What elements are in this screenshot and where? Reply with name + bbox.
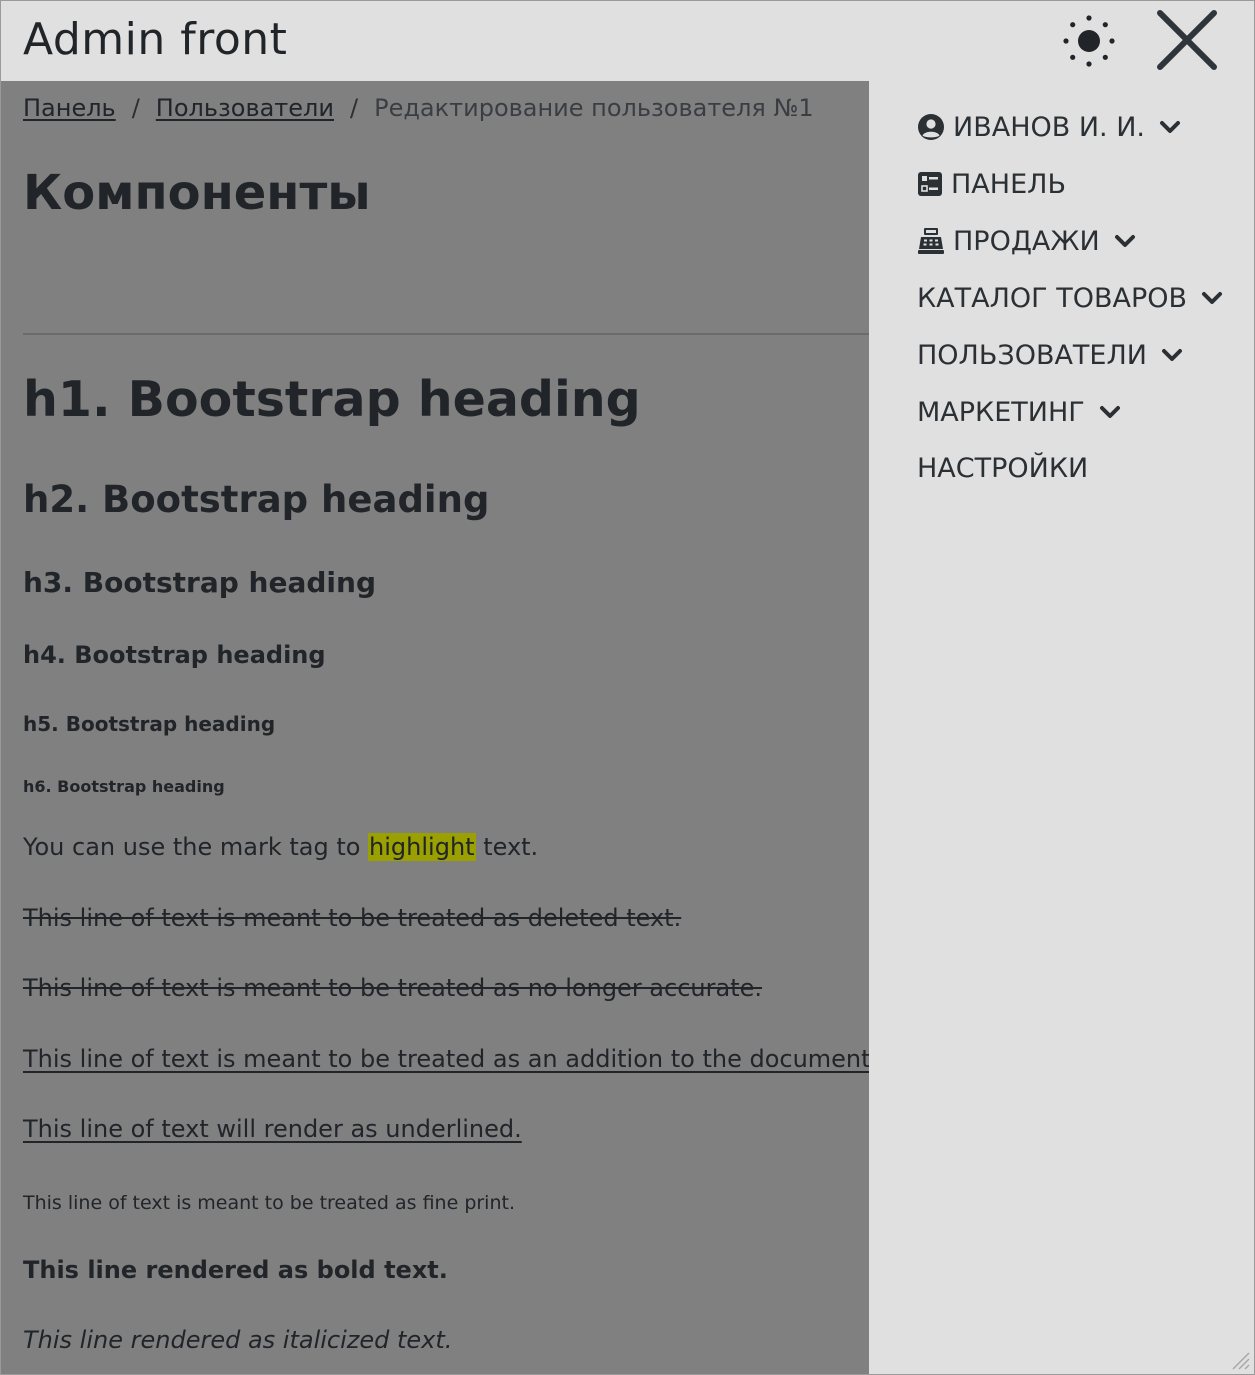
- sidebar-item-marketing[interactable]: Маркетинг: [917, 392, 1121, 432]
- underlined-text: This line of text will render as underli…: [23, 1115, 522, 1143]
- sidebar-item-label: Настройки: [917, 452, 1089, 484]
- mark-text-before: You can use the mark tag to: [23, 833, 369, 861]
- resize-grip-icon[interactable]: [1227, 1347, 1251, 1371]
- heading-h2: h2. Bootstrap heading: [23, 478, 490, 521]
- close-icon: [1157, 10, 1217, 70]
- sidebar-menu: Иванов И. И. Панель Продажи: [869, 81, 1255, 1375]
- dashboard-icon: [918, 172, 942, 196]
- sidebar-item-settings[interactable]: Настройки: [917, 448, 1088, 488]
- chevron-down-icon: [1160, 121, 1180, 133]
- chevron-down-icon: [1202, 292, 1222, 304]
- heading-h1: h1. Bootstrap heading: [23, 371, 641, 428]
- breadcrumb-link-users[interactable]: Пользователи: [156, 94, 334, 122]
- sidebar-item-label: Пользователи: [917, 339, 1147, 371]
- breadcrumb-link-panel[interactable]: Панель: [23, 94, 116, 122]
- chevron-down-icon: [1099, 406, 1120, 418]
- sidebar-item-sales[interactable]: Продажи: [917, 221, 1136, 261]
- sidebar-item-users[interactable]: Пользователи: [917, 335, 1183, 375]
- strikethrough-text: This line of text is meant to be treated…: [23, 974, 762, 1002]
- italic-text: This line rendered as italicized text.: [23, 1326, 453, 1354]
- mark-text-after: text.: [475, 833, 539, 861]
- breadcrumb: Панель / Пользователи / Редактирование польз…: [23, 94, 814, 122]
- cash-register-icon: [918, 228, 944, 254]
- heading-h3: h3. Bootstrap heading: [23, 566, 376, 599]
- fine-print-text: This line of text is meant to be treated…: [23, 1192, 515, 1214]
- highlighted-text: highlight: [368, 833, 476, 861]
- main-content: Панель / Пользователи / Редактирование польз…: [0, 81, 869, 1375]
- sidebar-item-label: Каталог товаров: [917, 282, 1187, 314]
- sidebar-item-label: Панель: [951, 168, 1066, 200]
- bold-text: This line rendered as bold text.: [23, 1256, 448, 1284]
- heading-h6: h6. Bootstrap heading: [23, 777, 225, 796]
- app-title: Admin front: [23, 14, 288, 65]
- sidebar-item-user[interactable]: Иванов И. И.: [917, 107, 1181, 147]
- chevron-down-icon: [1114, 235, 1135, 247]
- sidebar-item-label: Иванов И. И.: [953, 111, 1145, 143]
- user-circle-icon: [918, 114, 944, 140]
- deleted-text: This line of text is meant to be treated…: [23, 904, 682, 932]
- sidebar-item-label: Продажи: [953, 225, 1100, 257]
- breadcrumb-separator: /: [350, 94, 359, 122]
- chevron-down-icon: [1162, 349, 1182, 361]
- sidebar-item-label: Маркетинг: [917, 396, 1085, 428]
- divider: [23, 333, 869, 335]
- close-button[interactable]: [1156, 9, 1218, 71]
- heading-h4: h4. Bootstrap heading: [23, 641, 326, 669]
- breadcrumb-current: Редактирование пользователя №1: [374, 94, 814, 122]
- inserted-text: This line of text is meant to be treated…: [23, 1045, 869, 1073]
- mark-paragraph: You can use the mark tag to highlight te…: [23, 833, 538, 861]
- breadcrumb-separator: /: [131, 94, 140, 122]
- page-title: Компоненты: [23, 165, 371, 221]
- heading-h5: h5. Bootstrap heading: [23, 712, 276, 736]
- app-header: Admin front: [0, 0, 1255, 81]
- sun-icon: [1063, 15, 1115, 67]
- sidebar-item-catalog[interactable]: Каталог товаров: [917, 278, 1223, 318]
- theme-toggle-button[interactable]: [1060, 12, 1118, 70]
- sidebar-item-panel[interactable]: Панель: [917, 164, 1066, 204]
